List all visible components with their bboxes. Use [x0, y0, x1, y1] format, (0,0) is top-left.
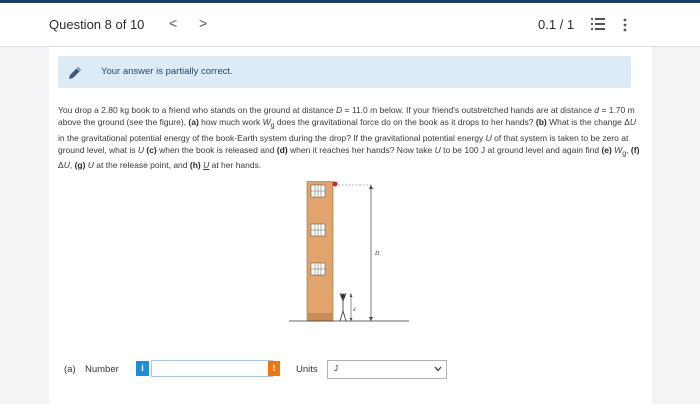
problem-text-segment: (g) [74, 160, 86, 171]
partial-correct-alert: Your answer is partially correct. [58, 56, 631, 88]
number-input[interactable] [151, 360, 273, 377]
list-icon[interactable] [591, 18, 605, 30]
more-vertical-icon[interactable] [622, 18, 628, 32]
problem-text-segment: You drop a 2.80 kg book to a friend who … [58, 105, 337, 115]
problem-text-segment: (d) [276, 144, 288, 155]
problem-text-segment: when the book is released and [156, 144, 277, 155]
building-figure: D d [289, 181, 409, 322]
problem-text-segment: (b) [535, 117, 547, 127]
problem-text-segment: (c) [146, 144, 157, 155]
question-counter: Question 8 of 10 [49, 17, 145, 32]
problem-statement: You drop a 2.80 kg book to a friend who … [58, 104, 643, 171]
problem-text-segment: in the gravitational potential energy of… [58, 132, 486, 143]
number-label: Number [85, 364, 119, 375]
pencil-icon [69, 67, 81, 79]
problem-text-segment: W [262, 117, 271, 127]
problem-text-segment: = 11.0 m below. If your friend's outstre… [342, 105, 595, 115]
problem-text-segment: at the release point, and [93, 160, 190, 171]
question-header: Question 8 of 10 < > 0.1 / 1 [0, 3, 700, 47]
problem-text-segment: U [629, 117, 637, 127]
problem-text-segment: What is the change Δ [546, 117, 630, 127]
problem-text-segment: (h) [189, 160, 201, 171]
problem-text-segment: (e) [601, 144, 612, 155]
alert-message: Your answer is partially correct. [101, 66, 233, 77]
units-select[interactable]: J [327, 360, 447, 379]
warning-icon: ! [268, 361, 280, 376]
problem-text-segment: to be 100 J at ground level and again fi… [440, 144, 602, 155]
chevron-left-icon[interactable]: < [169, 15, 177, 31]
score-display: 0.1 / 1 [538, 17, 575, 32]
question-card: Your answer is partially correct. You dr… [49, 47, 652, 404]
problem-text-segment: at her hands. [209, 160, 262, 171]
answer-row-a: (a) Number i ! Units J [58, 359, 648, 383]
problem-text-segment: (f) [630, 144, 640, 155]
distance-d-label: d [353, 308, 356, 313]
problem-text-segment: does the gravitational force do on the b… [274, 117, 536, 127]
units-selected-value: J [334, 364, 338, 373]
problem-text-segment: (a) [188, 117, 199, 127]
chevron-down-icon [434, 366, 442, 372]
problem-text-segment: how much work [198, 117, 263, 127]
part-label: (a) [64, 364, 76, 375]
units-label: Units [296, 364, 318, 375]
info-icon[interactable]: i [136, 361, 149, 376]
problem-text-segment: when it reaches her hands? Now take [287, 144, 435, 155]
chevron-right-icon[interactable]: > [199, 15, 207, 31]
distance-D-label: D [374, 251, 380, 257]
